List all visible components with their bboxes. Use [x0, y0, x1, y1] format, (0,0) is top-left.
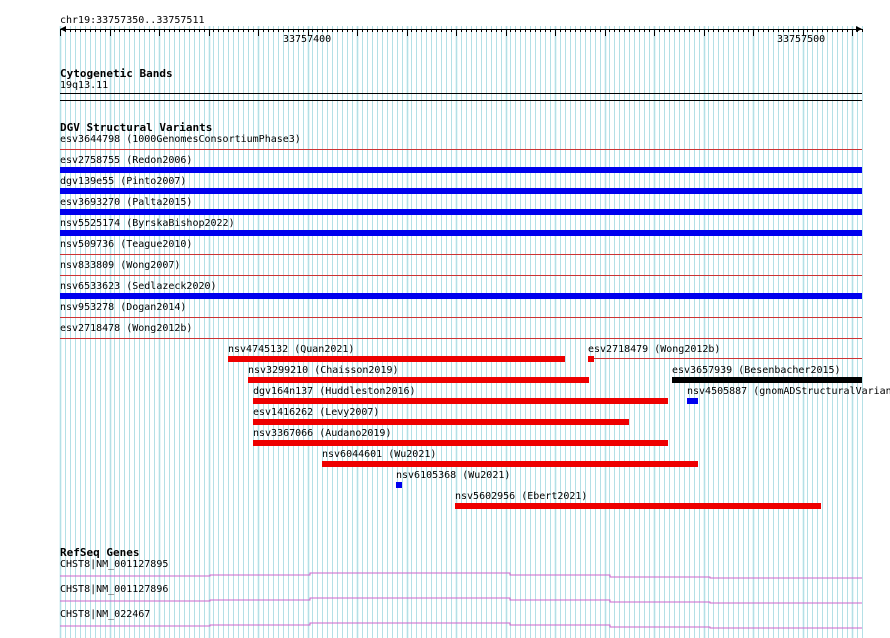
- dgv-row-label[interactable]: nsv5525174 (ByrskaBishop2022): [60, 218, 235, 230]
- feature-label[interactable]: nsv6044601 (Wu2021): [322, 449, 436, 461]
- feature-label[interactable]: nsv4505887 (gnomADStructuralVarian: [687, 386, 890, 398]
- cytoband-track-title: Cytogenetic Bands: [60, 67, 173, 80]
- refseq-track-title: RefSeq Genes: [60, 546, 140, 559]
- dgv-row-label[interactable]: nsv6533623 (Sedlazeck2020): [60, 281, 217, 293]
- feature-label[interactable]: esv3657939 (Besenbacher2015): [672, 365, 841, 377]
- ruler-tick-label-1: 33757400: [283, 34, 332, 45]
- feature-label[interactable]: nsv3367066 (Audano2019): [253, 428, 391, 440]
- feature-label[interactable]: nsv5602956 (Ebert2021): [455, 491, 587, 503]
- ruler-tick-label-2: 33757500: [777, 34, 826, 45]
- gene-structure-lines: [60, 572, 862, 629]
- feature-label[interactable]: nsv3299210 (Chaisson2019): [248, 365, 399, 377]
- dgv-track-title: DGV Structural Variants: [60, 121, 213, 134]
- dgv-row-label[interactable]: nsv509736 (Teague2010): [60, 239, 192, 251]
- dgv-row-label[interactable]: nsv953278 (Dogan2014): [60, 302, 186, 314]
- dgv-row-label[interactable]: dgv139e55 (Pinto2007): [60, 176, 186, 188]
- dgv-row-label[interactable]: esv3693270 (Palta2015): [60, 197, 192, 209]
- feature-label[interactable]: dgv164n137 (Huddleston2016): [253, 386, 416, 398]
- feature-label[interactable]: esv2718479 (Wong2012b): [588, 344, 720, 356]
- dgv-row-label[interactable]: esv2718478 (Wong2012b): [60, 323, 192, 335]
- gene-transcript-line: [60, 572, 862, 579]
- ruler-ticks: [60, 26, 863, 36]
- dgv-row-label[interactable]: esv3644798 (1000GenomesConsortiumPhase3): [60, 134, 301, 146]
- gene-label[interactable]: CHST8|NM_001127896: [60, 584, 168, 596]
- gene-transcript-line: [60, 622, 862, 629]
- gene-transcript-line: [60, 597, 862, 604]
- dgv-row-label[interactable]: esv2758755 (Redon2006): [60, 155, 192, 167]
- feature-label[interactable]: nsv6105368 (Wu2021): [396, 470, 510, 482]
- ruler-right-arrow-icon: [856, 26, 862, 32]
- cytoband-label[interactable]: 19q13.11: [60, 80, 108, 92]
- gene-label[interactable]: CHST8|NM_001127895: [60, 559, 168, 571]
- feature-label[interactable]: esv1416262 (Levy2007): [253, 407, 379, 419]
- gene-label[interactable]: CHST8|NM_022467: [60, 609, 150, 621]
- dgv-row-label[interactable]: nsv833809 (Wong2007): [60, 260, 180, 272]
- feature-label[interactable]: nsv4745132 (Quan2021): [228, 344, 354, 356]
